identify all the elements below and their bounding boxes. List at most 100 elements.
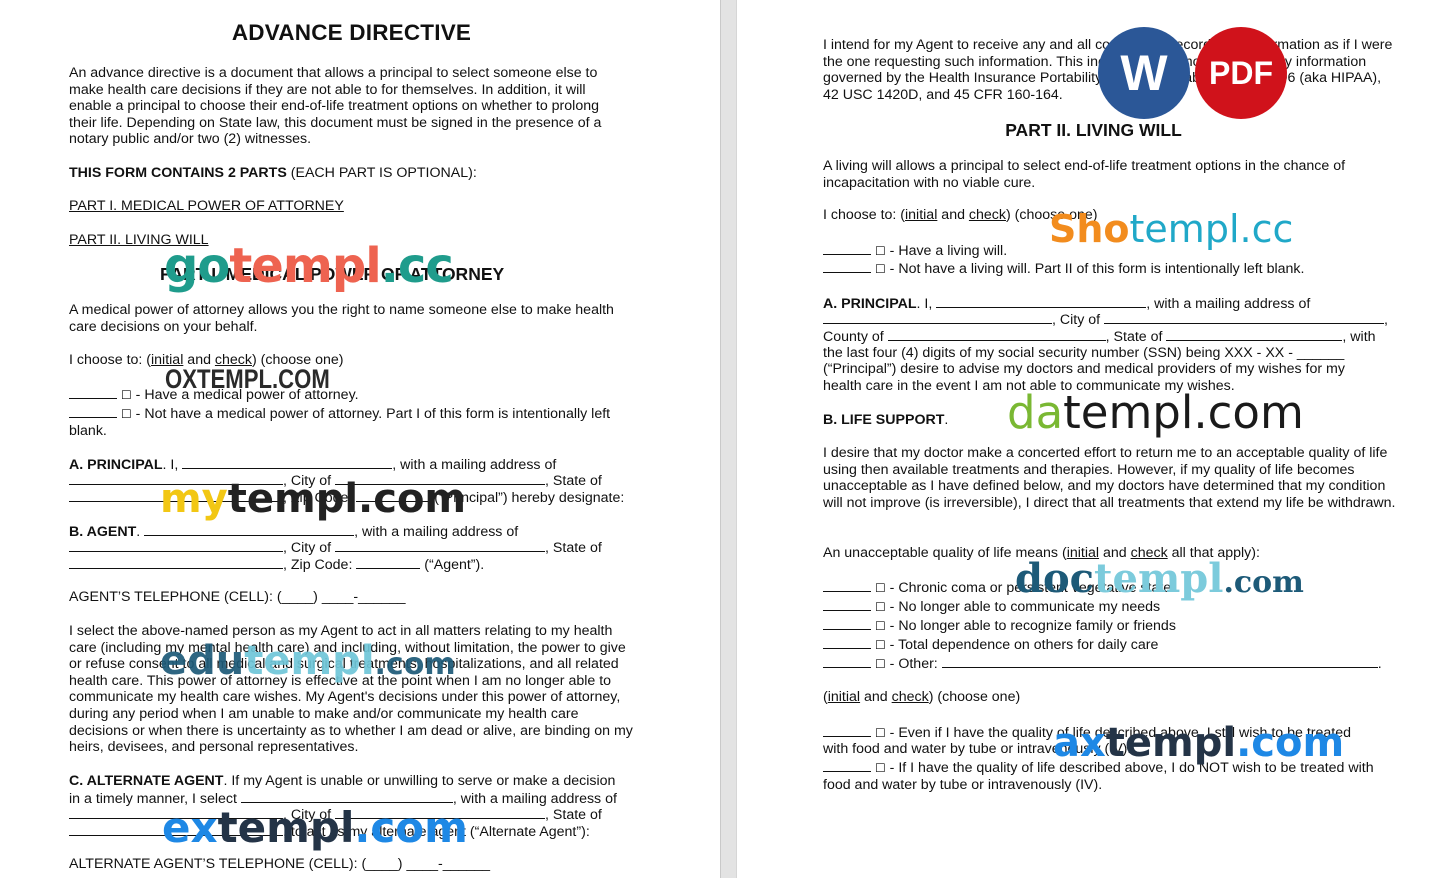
part1-link[interactable]: PART I. MEDICAL POWER OF ATTORNEY [69,198,344,215]
check-word: check [1130,545,1168,561]
checkbox-icon[interactable]: ☐ [875,761,886,775]
principal-label: A. PRINCIPAL [823,296,917,312]
initial-blank[interactable] [823,617,871,630]
lw-principal-address-field[interactable] [823,311,1052,324]
text: County of [823,329,888,345]
lw-principal-name-field[interactable] [936,295,1147,308]
option-not-have-living-will: ☐ - Not have a living will. Part II of t… [823,260,1304,278]
alternate-state-field[interactable] [69,823,283,836]
text: all that apply): [1167,545,1260,561]
text: , with [1342,329,1376,345]
lw-principal-county-field[interactable] [887,328,1106,341]
principal-city-field[interactable] [335,472,546,485]
option-text: - If I have the quality of life describe… [885,760,1374,776]
initial-blank[interactable] [823,242,871,255]
text: , with a mailing address of [392,457,557,473]
agent-state-field[interactable] [69,556,283,569]
initial-word: initial [1066,545,1100,561]
condition-item: ☐ - No longer able to communicate my nee… [823,598,1160,616]
intro-paragraph: An advance directive is a document that … [69,65,602,148]
checkbox-icon[interactable]: ☐ [121,407,132,421]
initial-blank[interactable] [823,598,871,611]
initial-blank[interactable] [823,759,871,772]
option-text: - Not have a medical power of attorney. … [131,406,611,422]
text: , Zip Code: [283,490,357,506]
principal-address-field[interactable] [69,472,283,485]
wm-part: templ.cc [1129,207,1294,251]
life-support-label: B. LIFE SUPPORT [823,412,945,428]
principal-line-1: A. PRINCIPAL. I, , with a mailing addres… [69,456,556,474]
alternate-label: C. ALTERNATE AGENT [69,773,224,789]
word-icon: W [1120,45,1168,101]
text: . I, [162,457,183,473]
alternate-name-field[interactable] [240,790,453,803]
agent-address-field[interactable] [69,539,283,552]
lw-principal-city-field[interactable] [1104,311,1385,324]
initial-blank[interactable] [823,579,871,592]
part2-link[interactable]: PART II. LIVING WILL [69,232,209,249]
checkbox-icon[interactable]: ☐ [875,600,886,614]
alternate-line-2: in a timely manner, I select , with a ma… [69,790,617,808]
option-have-mpoa: ☐ - Have a medical power of attorney. [69,386,359,404]
initial-blank[interactable] [823,655,871,668]
agent-line-3: , Zip Code: (“Agent”). [69,556,484,574]
agent-name-field[interactable] [144,523,355,536]
checkbox-icon[interactable]: ☐ [875,619,886,633]
form-contains-rest: (EACH PART IS OPTIONAL): [286,165,477,181]
other-condition-field[interactable] [941,655,1378,668]
initial-blank[interactable] [69,405,117,418]
checkbox-icon[interactable]: ☐ [121,388,132,402]
agent-line-1: B. AGENT. , with a mailing address of [69,523,518,541]
agent-telephone: AGENT’S TELEPHONE (CELL): (____) ____-__… [69,589,406,605]
option-text: - Not have a living will. Part II of thi… [885,261,1305,277]
condition-text: - Chronic coma or persistent vegetative … [885,580,1172,596]
condition-item: ☐ - Total dependence on others for daily… [823,636,1158,654]
principal-zip-field[interactable] [356,489,431,502]
feeding-option-1-wrap: with food and water by tube or intraveno… [823,741,1132,757]
text: , with a mailing address of [354,524,519,540]
checkbox-icon[interactable]: ☐ [875,581,886,595]
desire-paragraph: I desire that my doctor make a concerted… [823,445,1396,511]
initial-word: initial [151,352,184,368]
initial-blank[interactable] [823,636,871,649]
initial-word: initial [905,207,938,223]
checkbox-icon[interactable]: ☐ [875,726,886,740]
pdf-format-badge[interactable]: PDF [1195,27,1287,119]
checkbox-icon[interactable]: ☐ [875,638,886,652]
option-text: - Have a living will. [885,243,1008,259]
text: , to act as my alternate agent (“Alterna… [283,824,590,840]
feeding-option-1: ☐ - Even if I have the quality of life d… [823,724,1351,742]
initial-blank[interactable] [823,724,871,737]
word-format-badge[interactable]: W [1098,27,1190,119]
principal-name-field[interactable] [182,456,393,469]
text: , City of [283,473,336,489]
text: . If my Agent is unable or unwilling to … [223,773,616,789]
alternate-line-3: , City of , State of [69,806,602,824]
checkbox-icon[interactable]: ☐ [875,244,886,258]
checkbox-icon[interactable]: ☐ [875,657,886,671]
initial-blank[interactable] [69,386,117,399]
life-support-heading: B. LIFE SUPPORT. [823,412,948,429]
choose-instruction: I choose to: (initial and check) (choose… [69,352,343,369]
principal-line-2: , City of , State of [69,472,602,490]
form-contains-bold: THIS FORM CONTAINS 2 PARTS [69,165,287,181]
text: and [1099,545,1131,561]
condition-text: - Total dependence on others for daily c… [885,637,1159,653]
choose-suffix: ) (choose one) [251,352,344,368]
alternate-address-field[interactable] [69,806,283,819]
form-contains-line: THIS FORM CONTAINS 2 PARTS (EACH PART IS… [69,165,477,182]
lw-principal-line-2: , City of , [823,311,1388,329]
principal-state-field[interactable] [69,489,283,502]
choose-prefix: I choose to: ( [823,207,906,223]
text: ) (choose one) [928,689,1021,705]
initial-blank[interactable] [823,260,871,273]
lw-principal-state-field[interactable] [1166,328,1343,341]
text: , State of [1105,329,1167,345]
text: (“Agent”). [420,557,485,573]
feeding-option-2: ☐ - If I have the quality of life descri… [823,759,1374,777]
alternate-city-field[interactable] [335,806,546,819]
agent-city-field[interactable] [335,539,546,552]
checkbox-icon[interactable]: ☐ [875,262,886,276]
agent-zip-field[interactable] [356,556,421,569]
text: . [1377,656,1382,672]
